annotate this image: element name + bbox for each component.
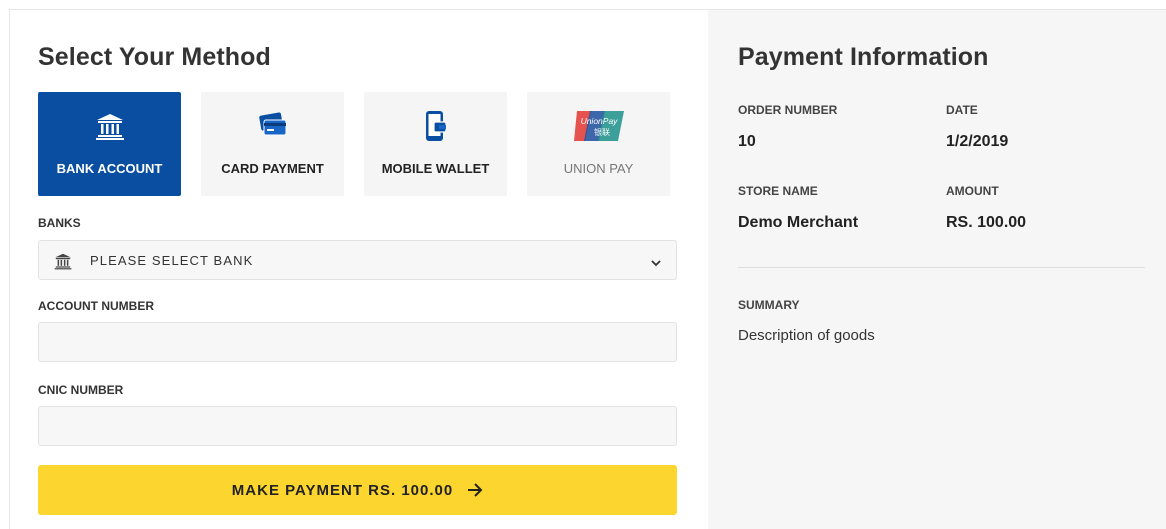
method-card-payment[interactable]: CARD PAYMENT (201, 92, 344, 196)
payment-info-panel: Payment Information ORDER NUMBER 10 DATE… (708, 10, 1166, 529)
bank-icon (54, 252, 72, 275)
make-payment-button[interactable]: MAKE PAYMENT RS. 100.00 (38, 465, 677, 515)
method-union-pay[interactable]: UnionPay 银联 UNION PAY (527, 92, 670, 196)
date-value: 1/2/2019 (946, 133, 1009, 150)
divider (738, 267, 1145, 268)
method-title: Select Your Method (38, 43, 271, 71)
method-bank-account[interactable]: BANK ACCOUNT (38, 92, 181, 196)
cnic-number-input[interactable] (38, 406, 677, 446)
method-label: BANK ACCOUNT (56, 161, 163, 176)
order-number-label: ORDER NUMBER (738, 103, 838, 117)
store-name-label: STORE NAME (738, 184, 818, 198)
summary-value: Description of goods (738, 327, 875, 344)
amount-value: RS. 100.00 (946, 214, 1027, 231)
bank-icon (38, 110, 181, 142)
order-number-value: 10 (738, 133, 756, 150)
payment-info-title: Payment Information (738, 43, 989, 71)
make-payment-label: MAKE PAYMENT RS. 100.00 (231, 481, 454, 499)
arrow-right-icon (468, 483, 483, 497)
method-label: MOBILE WALLET (381, 161, 490, 176)
account-number-input[interactable] (38, 322, 677, 362)
method-label: CARD PAYMENT (221, 161, 324, 176)
payment-method-panel: Select Your Method BANK ACCOUNT CARD PAY… (10, 10, 708, 529)
account-number-label: ACCOUNT NUMBER (38, 299, 154, 313)
cnic-number-label: CNIC NUMBER (38, 383, 124, 397)
bank-select[interactable]: PLEASE SELECT BANK (38, 240, 677, 280)
date-label: DATE (946, 103, 978, 117)
chevron-down-icon (650, 255, 662, 273)
method-mobile-wallet[interactable]: MOBILE WALLET (364, 92, 507, 196)
svg-text:UnionPay: UnionPay (580, 116, 618, 126)
bank-select-value: PLEASE SELECT BANK (90, 253, 254, 268)
credit-card-icon (201, 110, 344, 142)
svg-text:银联: 银联 (594, 127, 610, 137)
unionpay-logo: UnionPay 银联 (527, 110, 670, 142)
banks-label: BANKS (38, 216, 81, 230)
method-label: UNION PAY (563, 161, 634, 176)
store-name-value: Demo Merchant (738, 214, 859, 231)
amount-label: AMOUNT (946, 184, 999, 198)
mobile-wallet-icon (364, 110, 507, 142)
summary-label: SUMMARY (738, 298, 800, 312)
